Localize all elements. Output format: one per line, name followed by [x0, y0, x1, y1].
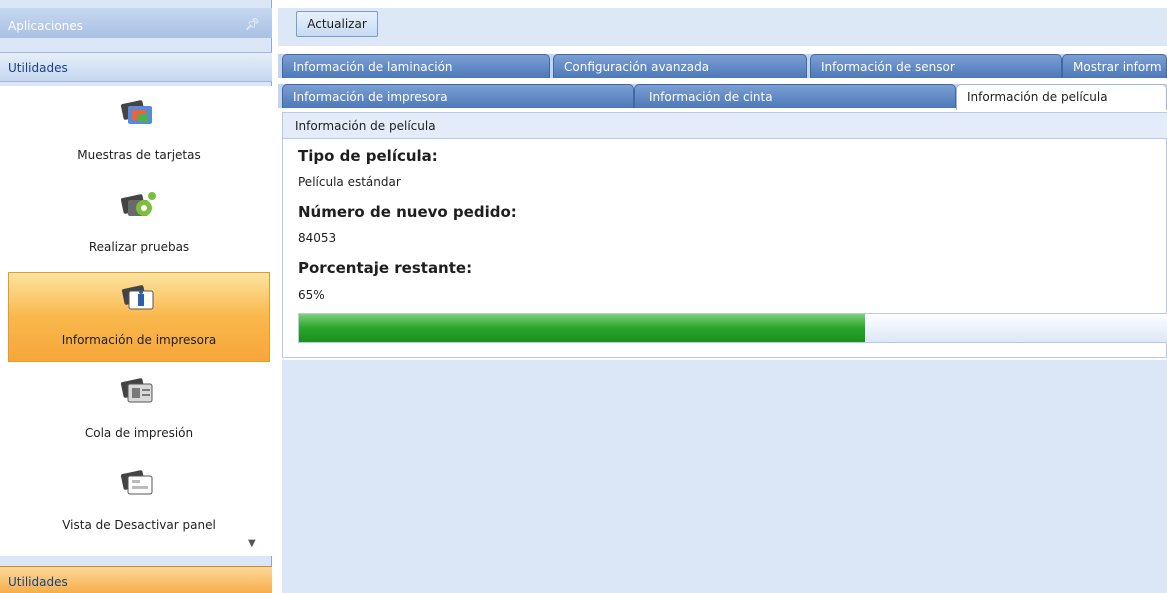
- tab-film-info[interactable]: Información de película: [956, 84, 1167, 110]
- nav-item-printer-info[interactable]: Información de impresora: [8, 272, 270, 362]
- tab-lamination-info[interactable]: Información de laminación: [282, 54, 550, 78]
- tab-show-info[interactable]: Mostrar inform: [1062, 54, 1167, 78]
- tab-label: Información de cinta: [649, 90, 773, 104]
- disable-panel-icon: [120, 470, 153, 495]
- nav-item-run-tests[interactable]: Realizar pruebas: [8, 180, 270, 270]
- panel-header: Aplicaciones 📌︎: [0, 8, 272, 38]
- remaining-progress-bar: [298, 313, 1167, 343]
- utilities-list: Muestras de tarjetas Realizar pruebas In…: [0, 86, 272, 556]
- tests-gear-icon: [120, 192, 156, 216]
- tab-row-1: Información de laminación Configuración …: [278, 54, 1167, 78]
- card-samples-icon: [120, 100, 152, 124]
- panel-title: Información de película: [283, 113, 1167, 139]
- remaining-percent-value: 65%: [298, 288, 325, 302]
- section-utilities-top[interactable]: Utilidades: [0, 52, 272, 82]
- progress-fill: [299, 314, 865, 342]
- tab-label: Información de sensor: [821, 60, 955, 74]
- nav-item-label: Muestras de tarjetas: [77, 148, 201, 162]
- tab-row-2: Información de impresora Información de …: [278, 84, 1167, 110]
- film-info-panel: Información de película Tipo de película…: [282, 112, 1167, 358]
- empty-area: [282, 360, 1167, 593]
- remaining-percent-label: Porcentaje restante:: [298, 259, 473, 277]
- toolbar: Actualizar: [278, 8, 1167, 46]
- tab-sensor-info[interactable]: Información de sensor: [810, 54, 1062, 78]
- nav-item-label: Cola de impresión: [84, 426, 194, 440]
- print-queue-icon: [120, 378, 153, 403]
- tab-label: Información de impresora: [293, 90, 448, 104]
- nav-item-label: Información de impresora: [61, 333, 217, 347]
- nav-item-disable-panel-view[interactable]: Vista de Desactivar panel: [8, 458, 270, 548]
- film-type-label: Tipo de película:: [298, 147, 438, 165]
- nav-item-label: Realizar pruebas: [88, 240, 190, 254]
- scroll-down-icon[interactable]: ▼: [248, 538, 256, 549]
- panel-header-title: Aplicaciones: [8, 19, 83, 33]
- pin-icon[interactable]: 📌︎: [245, 17, 260, 31]
- tab-advanced-config[interactable]: Configuración avanzada: [553, 54, 807, 78]
- tab-printer-info[interactable]: Información de impresora: [282, 84, 634, 108]
- printer-info-icon: [121, 285, 154, 310]
- tab-ribbon-info[interactable]: Información de cinta: [634, 84, 956, 108]
- section-utilities-bottom[interactable]: Utilidades: [0, 566, 272, 593]
- applications-panel: Aplicaciones 📌︎ Utilidades Muestras de t…: [0, 0, 272, 593]
- nav-item-print-queue[interactable]: Cola de impresión: [8, 366, 270, 456]
- nav-item-card-samples[interactable]: Muestras de tarjetas: [8, 88, 270, 178]
- film-type-value: Película estándar: [298, 175, 401, 189]
- tab-label: Información de laminación: [293, 60, 453, 74]
- tab-label: Configuración avanzada: [564, 60, 710, 74]
- reorder-number-value: 84053: [298, 231, 337, 245]
- tab-label: Mostrar inform: [1073, 60, 1162, 74]
- nav-item-label: Vista de Desactivar panel: [62, 518, 216, 532]
- tab-label: Información de película: [967, 90, 1108, 104]
- refresh-button[interactable]: Actualizar: [296, 11, 378, 37]
- reorder-number-label: Número de nuevo pedido:: [298, 203, 517, 221]
